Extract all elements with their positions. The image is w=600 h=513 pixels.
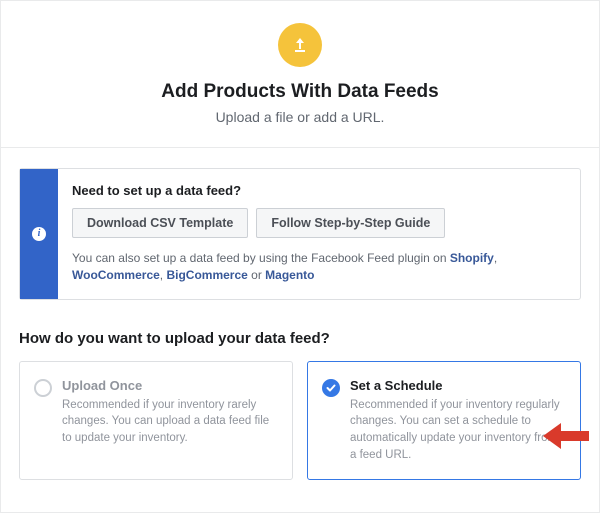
option-schedule-body: Set a Schedule Recommended if your inven… [350,378,566,464]
page-header: Add Products With Data Feeds Upload a fi… [1,1,599,148]
link-woocommerce[interactable]: WooCommerce [72,268,160,282]
upload-icon [278,23,322,67]
link-shopify[interactable]: Shopify [450,251,494,265]
link-magento[interactable]: Magento [265,268,314,282]
download-csv-button[interactable]: Download CSV Template [72,208,248,238]
info-buttons: Download CSV Template Follow Step-by-Ste… [72,208,564,238]
info-box-body: Need to set up a data feed? Download CSV… [58,169,580,299]
info-strip: i [20,169,58,299]
content-area: i Need to set up a data feed? Download C… [1,148,599,480]
option-schedule-title: Set a Schedule [350,378,566,393]
annotation-arrow [543,423,589,454]
info-text-prefix: You can also set up a data feed by using… [72,251,450,265]
upload-section-title: How do you want to upload your data feed… [19,330,581,347]
option-schedule[interactable]: Set a Schedule Recommended if your inven… [307,361,581,481]
link-bigcommerce[interactable]: BigCommerce [166,268,247,282]
option-upload-once-body: Upload Once Recommended if your inventor… [62,378,278,464]
info-box: i Need to set up a data feed? Download C… [19,168,581,300]
page-title: Add Products With Data Feeds [21,81,579,103]
info-icon: i [32,227,46,241]
upload-options: Upload Once Recommended if your inventor… [19,361,581,481]
page-subtitle: Upload a file or add a URL. [21,109,579,125]
info-text: You can also set up a data feed by using… [72,250,564,285]
step-guide-button[interactable]: Follow Step-by-Step Guide [256,208,445,238]
radio-upload-once[interactable] [34,379,52,397]
option-schedule-desc: Recommended if your inventory regularly … [350,397,566,464]
option-upload-once-desc: Recommended if your inventory rarely cha… [62,397,278,447]
option-upload-once[interactable]: Upload Once Recommended if your inventor… [19,361,293,481]
radio-schedule[interactable] [322,379,340,397]
option-upload-once-title: Upload Once [62,378,278,393]
info-title: Need to set up a data feed? [72,183,564,198]
